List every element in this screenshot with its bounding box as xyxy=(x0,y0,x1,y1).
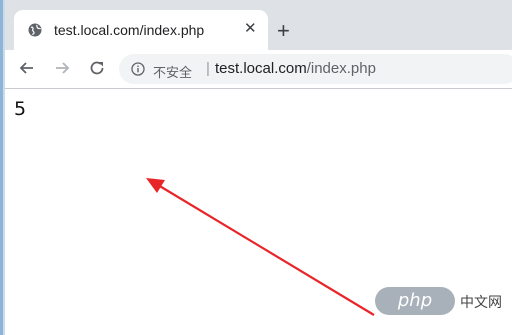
annotation-arrow xyxy=(146,178,375,316)
arrow-head xyxy=(146,178,165,193)
watermark-logo-text: php xyxy=(397,290,433,311)
arrow-shaft xyxy=(157,184,375,316)
watermark-site-text: 中文网 xyxy=(460,294,502,310)
watermark-logo: php xyxy=(375,287,455,315)
